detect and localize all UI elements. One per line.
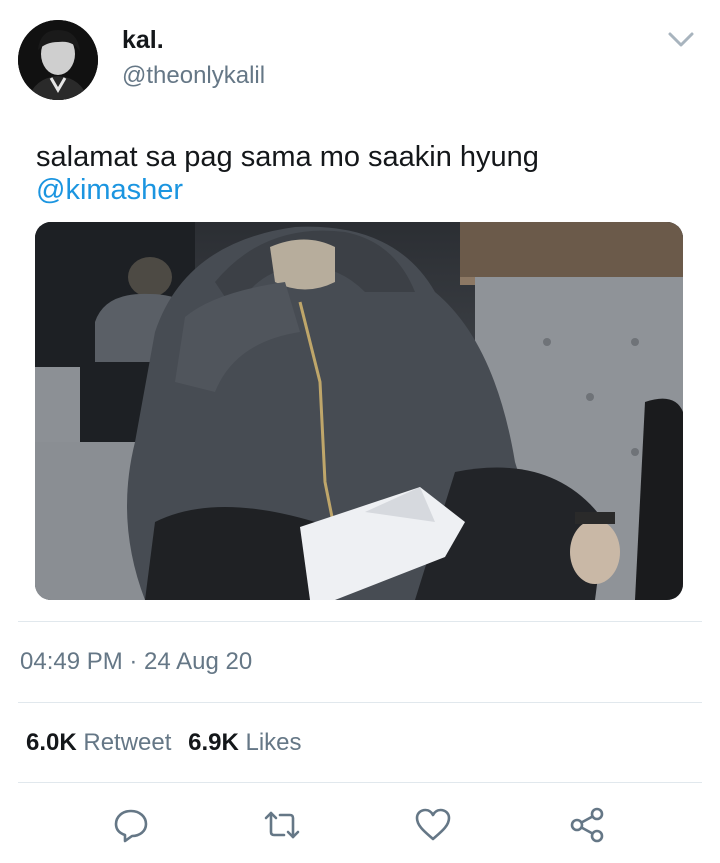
tweet-header: kal. @theonlykalil — [0, 0, 720, 120]
share-icon[interactable] — [567, 805, 607, 845]
like-label[interactable]: Likes — [245, 729, 301, 756]
retweet-count[interactable]: 6.0K — [26, 729, 77, 756]
reply-icon[interactable] — [111, 805, 151, 845]
chevron-down-icon[interactable] — [664, 26, 698, 52]
divider — [18, 702, 702, 703]
retweet-icon[interactable] — [262, 805, 302, 845]
user-handle[interactable]: @theonlykalil — [122, 62, 265, 90]
tweet-text: salamat sa pag sama mo saakin hyung — [36, 141, 539, 173]
engagement-stats: 6.0K Retweet 6.9K Likes — [26, 729, 302, 757]
heart-icon[interactable] — [413, 805, 453, 845]
tweet-timestamp[interactable]: 04:49 PM · 24 Aug 20 — [20, 648, 252, 676]
display-name[interactable]: kal. — [122, 26, 164, 55]
avatar[interactable] — [18, 20, 98, 100]
mention-link[interactable]: @kimasher — [36, 173, 183, 207]
divider — [18, 621, 702, 622]
divider — [18, 782, 702, 783]
retweet-label[interactable]: Retweet — [83, 729, 171, 756]
tweet-photo[interactable] — [35, 222, 683, 600]
like-count[interactable]: 6.9K — [188, 729, 239, 756]
